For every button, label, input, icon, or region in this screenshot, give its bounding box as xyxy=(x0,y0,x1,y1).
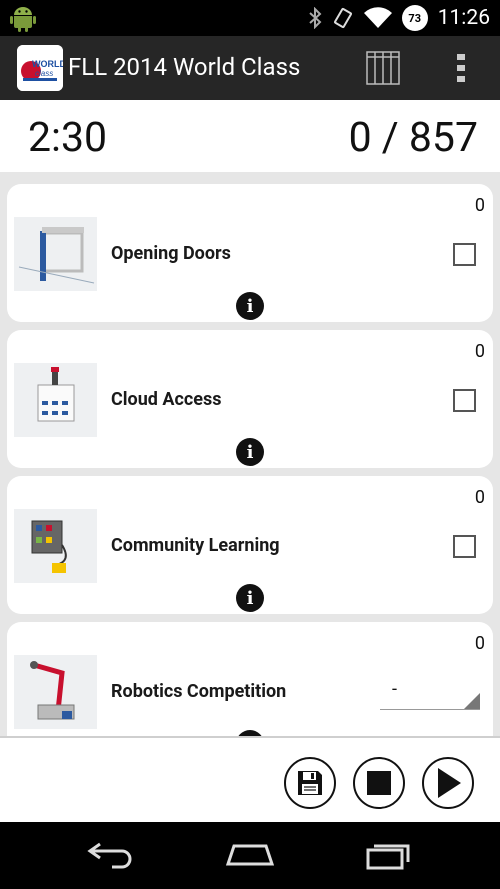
system-nav-bar xyxy=(0,822,500,889)
mission-checkbox[interactable] xyxy=(453,243,476,266)
mission-name: Community Learning xyxy=(111,535,280,556)
mission-image xyxy=(14,363,97,437)
app-title: FLL 2014 World Class xyxy=(68,53,301,81)
mission-card: Robotics Competition 0 - i xyxy=(7,622,493,736)
app-logo[interactable]: WORLD class xyxy=(17,45,63,91)
mission-list[interactable]: Opening Doors 0 i Cloud Access 0 i Commu… xyxy=(0,172,500,736)
overflow-menu-icon[interactable] xyxy=(455,52,467,84)
mission-image xyxy=(14,655,97,729)
mission-image xyxy=(14,217,97,291)
info-icon[interactable]: i xyxy=(236,292,264,320)
save-icon xyxy=(298,771,322,795)
svg-text:WORLD: WORLD xyxy=(32,59,63,69)
play-icon xyxy=(438,768,461,798)
mission-points: 0 xyxy=(474,195,485,216)
mission-checkbox[interactable] xyxy=(453,389,476,412)
action-bar: WORLD class FLL 2014 World Class xyxy=(0,36,500,100)
wifi-icon xyxy=(363,7,392,29)
mission-name: Robotics Competition xyxy=(111,681,287,702)
mission-points: 0 xyxy=(474,633,485,654)
mission-points: 0 xyxy=(474,487,485,508)
score-header: 2:30 0 / 857 xyxy=(0,100,500,172)
mission-card: Cloud Access 0 i xyxy=(7,330,493,468)
world-class-logo-icon: WORLD class xyxy=(17,45,63,91)
mission-name: Cloud Access xyxy=(111,389,222,410)
stop-button[interactable] xyxy=(353,757,405,809)
mission-name: Opening Doors xyxy=(111,243,231,264)
battery-icon: 73 xyxy=(401,5,428,31)
total-score: 0 / 857 xyxy=(348,114,478,162)
mission-checkbox[interactable] xyxy=(453,535,476,558)
clock: 11:26 xyxy=(437,6,490,30)
play-button[interactable] xyxy=(422,757,474,809)
match-timer: 2:30 xyxy=(28,114,108,162)
mission-image xyxy=(14,509,97,583)
mission-card: Community Learning 0 i xyxy=(7,476,493,614)
dropdown-arrow-icon xyxy=(464,693,480,709)
svg-text:class: class xyxy=(35,69,53,78)
android-icon xyxy=(10,7,36,32)
home-icon[interactable] xyxy=(224,836,276,872)
save-button[interactable] xyxy=(284,757,336,809)
mission-card: Opening Doors 0 i xyxy=(7,184,493,322)
grid-view-icon[interactable] xyxy=(365,50,401,86)
mission-points: 0 xyxy=(474,341,485,362)
back-icon[interactable] xyxy=(86,836,136,872)
mission-dropdown[interactable]: - xyxy=(380,679,480,710)
dropdown-value: - xyxy=(392,679,397,700)
vibrate-icon xyxy=(333,7,352,29)
recent-apps-icon[interactable] xyxy=(364,836,416,872)
bluetooth-icon xyxy=(309,7,322,29)
info-icon[interactable]: i xyxy=(236,438,264,466)
info-icon[interactable]: i xyxy=(236,584,264,612)
match-controls xyxy=(0,736,500,822)
status-bar: 73 11:26 xyxy=(0,0,500,36)
stop-icon xyxy=(367,771,391,795)
